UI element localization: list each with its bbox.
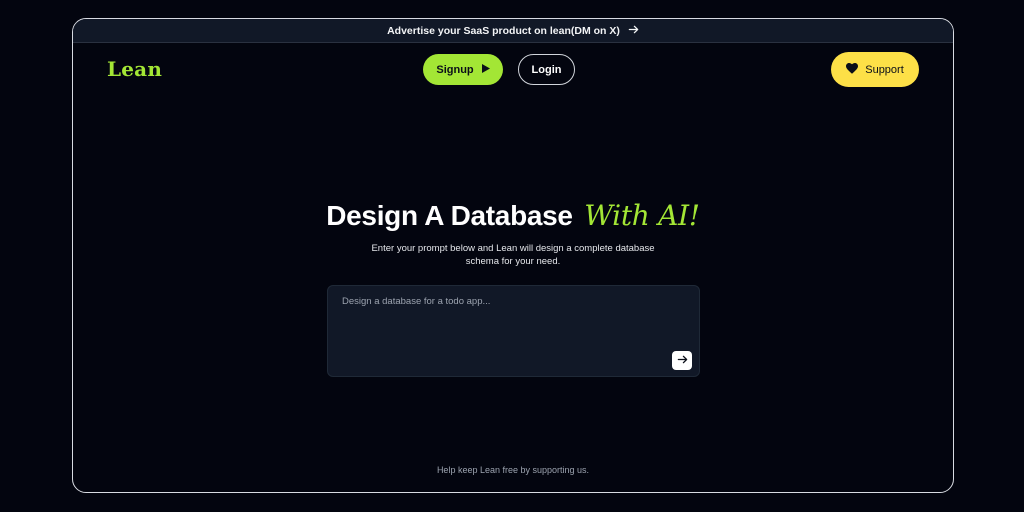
support-button[interactable]: Support <box>831 52 919 87</box>
auth-buttons: Signup Login <box>423 54 575 85</box>
announcement-banner[interactable]: Advertise your SaaS product on lean(DM o… <box>73 19 953 43</box>
login-button[interactable]: Login <box>518 54 575 85</box>
arrow-right-icon <box>677 352 688 370</box>
announcement-text: Advertise your SaaS product on lean(DM o… <box>387 24 620 37</box>
play-icon <box>481 63 490 76</box>
page-title: Design A Database With AI! <box>73 199 953 232</box>
prompt-input[interactable] <box>328 286 699 376</box>
logo[interactable]: Lean <box>107 57 162 81</box>
top-navigation: Lean Signup Login Support <box>73 43 953 99</box>
submit-prompt-button[interactable] <box>672 351 692 370</box>
heart-icon <box>846 62 859 77</box>
footer-note: Help keep Lean free by supporting us. <box>436 465 590 475</box>
hero-section: Design A Database With AI! Enter your pr… <box>73 199 953 268</box>
signup-button[interactable]: Signup <box>423 54 503 85</box>
title-main: Design A Database <box>326 200 573 231</box>
title-accent: With AI! <box>584 199 700 232</box>
signup-label: Signup <box>436 63 474 76</box>
support-label: Support <box>865 63 904 76</box>
arrow-right-icon <box>628 24 639 38</box>
app-frame: Advertise your SaaS product on lean(DM o… <box>72 18 954 493</box>
login-label: Login <box>531 63 562 76</box>
page-subtitle: Enter your prompt below and Lean will de… <box>371 243 655 267</box>
prompt-container <box>327 285 700 377</box>
